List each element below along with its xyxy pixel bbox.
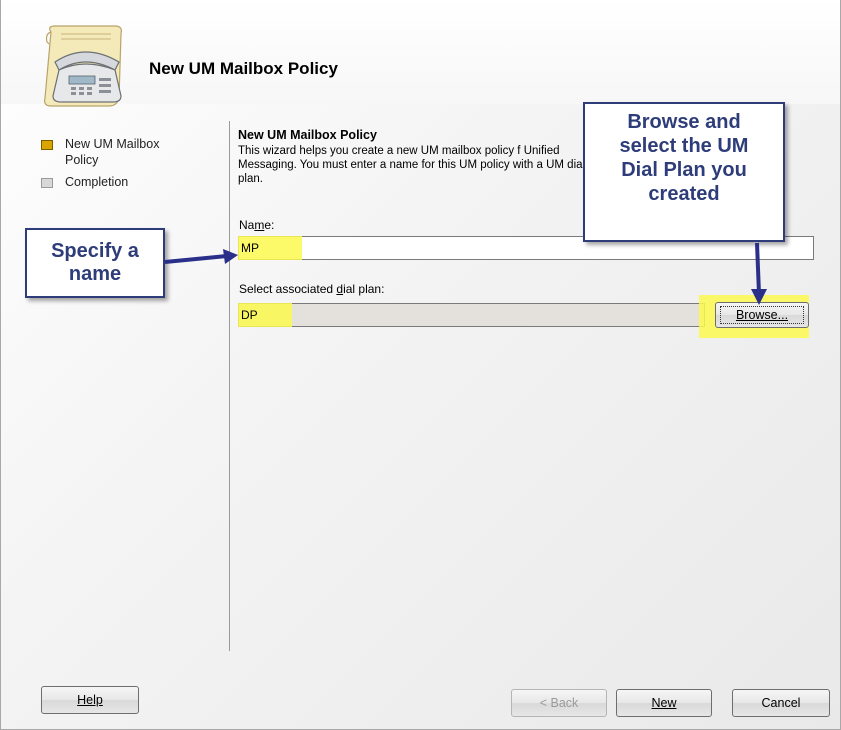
step-new-um-mailbox-policy[interactable]: New UM Mailbox Policy: [41, 136, 185, 168]
back-button[interactable]: < Back: [511, 689, 607, 717]
wizard-window: New UM Mailbox Policy New UM Mailbox Pol…: [0, 0, 841, 730]
dial-plan-label: Select associated dial plan:: [239, 282, 385, 296]
step-label: New UM Mailbox Policy: [65, 137, 160, 167]
name-label: Name:: [239, 218, 275, 232]
help-button[interactable]: Help: [41, 686, 139, 714]
dial-plan-value: DP: [241, 308, 258, 322]
browse-button[interactable]: Browse...: [715, 302, 809, 328]
wizard-header: New UM Mailbox Policy: [1, 0, 840, 107]
steps-divider: [229, 121, 230, 651]
wizard-title: New UM Mailbox Policy: [149, 59, 338, 78]
step-completion[interactable]: Completion: [41, 174, 185, 190]
cancel-button[interactable]: Cancel: [732, 689, 830, 717]
inactive-step-icon: [41, 178, 53, 188]
specify-name-callout: Specify a name: [25, 228, 165, 298]
wizard-steps: New UM Mailbox Policy Completion: [41, 136, 185, 196]
new-button[interactable]: New: [616, 689, 712, 717]
telephone-scroll-icon: [44, 25, 122, 107]
browse-callout: Browse and select the UM Dial Plan you c…: [583, 102, 785, 242]
content-description: This wizard helps you create a new UM ma…: [238, 145, 586, 185]
active-step-icon: [41, 140, 53, 150]
name-arrow: [164, 249, 238, 264]
step-label: Completion: [65, 175, 129, 189]
focus-rect: [720, 306, 804, 324]
